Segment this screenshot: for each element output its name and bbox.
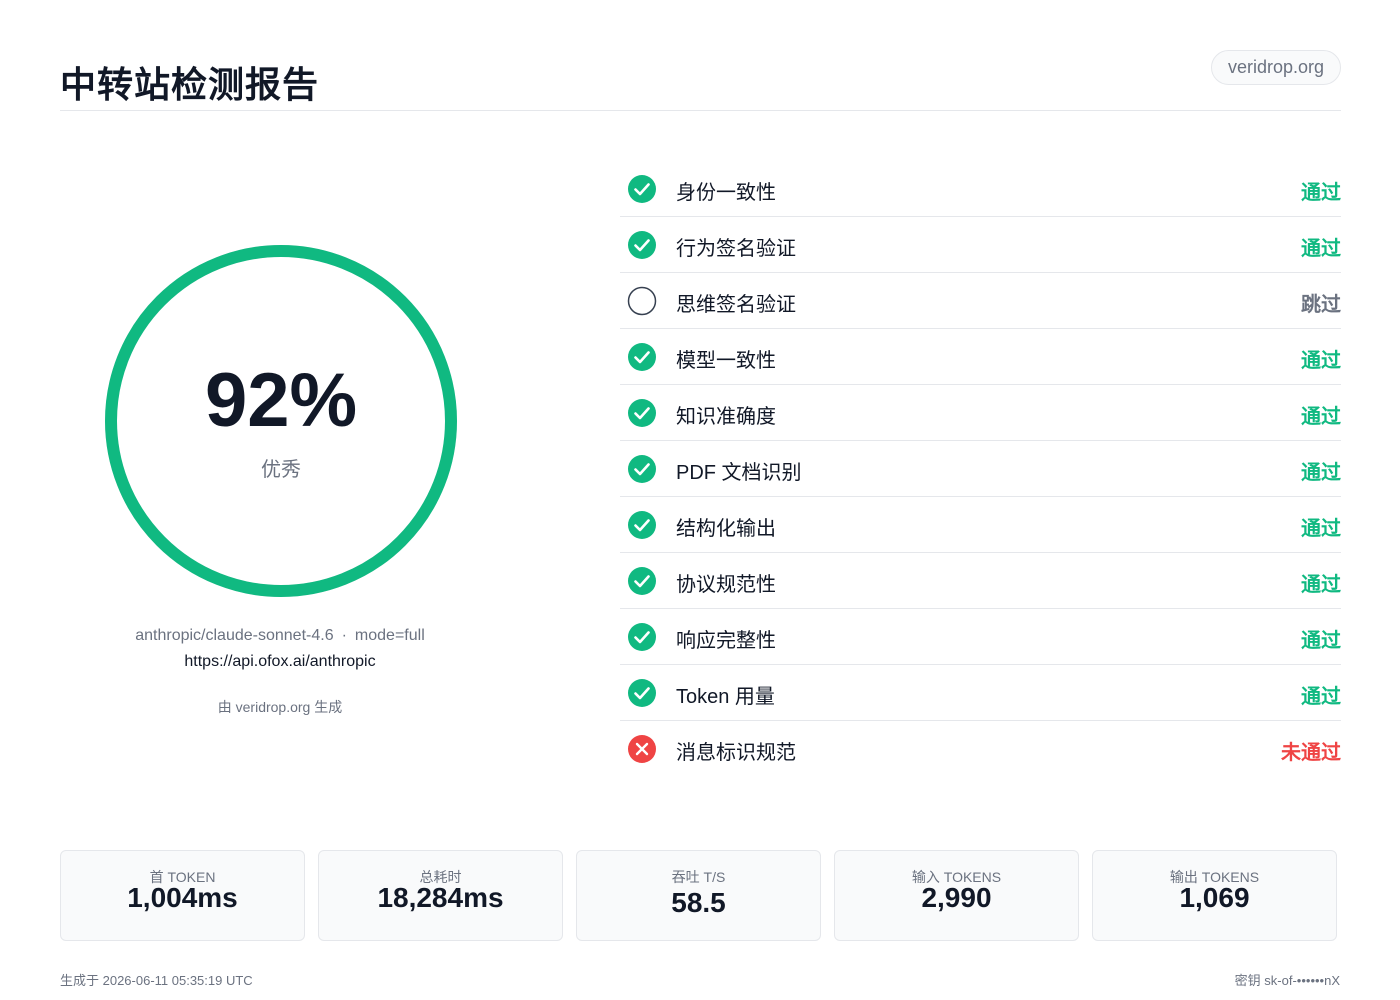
metric-card: 输入 TOKENS 2,990 [834,850,1079,941]
check-circle-icon [627,230,657,260]
score-grade: 优秀 [261,459,301,481]
check-list: 身份一致性 通过 行为签名验证 通过 思维签名验证 跳过 模型一致性 通过 知识准确度 通过 PDF… [620,161,1341,777]
metric-value: 2,990 [921,882,992,913]
generated-by: 由 veridrop.org 生成 [217,699,343,715]
metrics-row: 首 TOKEN 1,004ms 总耗时 18,284ms 吞吐 T/S 58.5 输入 TO… [60,850,1341,941]
check-row: 知识准确度 通过 [620,385,1341,441]
check-name: PDF 文档识别 [676,462,802,484]
metric-card: 吞吐 T/S 58.5 [576,850,821,941]
metric-card: 总耗时 18,284ms [318,850,563,941]
x-circle-icon [627,734,657,764]
check-row: 模型一致性 通过 [620,329,1341,385]
check-circle-icon [627,342,657,372]
check-row: PDF 文档识别 通过 [620,441,1341,497]
check-row: 身份一致性 通过 [620,161,1341,217]
check-status: 通过 [1301,182,1341,204]
check-status: 通过 [1301,574,1341,596]
endpoint-url: https://api.ofox.ai/anthropic [184,653,376,670]
check-circle-icon [627,678,657,708]
check-row: 响应完整性 通过 [620,609,1341,665]
check-status: 通过 [1301,462,1341,484]
score-panel: 92% 优秀 anthropic/claude-sonnet-4.6 · mode=… [60,130,500,750]
site-link[interactable]: veridrop.org [1210,50,1341,85]
model-separator: · [341,627,347,644]
check-name: 消息标识规范 [676,742,796,764]
metric-label: 吞吐 T/S [671,869,726,885]
check-name: 身份一致性 [676,182,776,204]
check-row: 协议规范性 通过 [620,553,1341,609]
check-status: 通过 [1301,630,1341,652]
check-status: 未通过 [1281,742,1341,764]
check-circle-icon [627,398,657,428]
check-name: 模型一致性 [676,350,776,372]
check-name: 知识准确度 [676,406,776,428]
check-circle-icon [627,622,657,652]
score-gauge: 92% 优秀 [103,243,459,599]
check-name: 响应完整性 [676,630,776,652]
metric-card: 输出 TOKENS 1,069 [1092,850,1337,941]
check-status: 跳过 [1301,294,1341,316]
api-key-masked: 密钥 sk-of-••••••nX [1234,973,1340,988]
check-status: 通过 [1301,686,1341,708]
check-row: 消息标识规范 未通过 [620,721,1341,777]
check-circle-icon [627,510,657,540]
metric-value: 1,069 [1179,882,1250,913]
check-row: 结构化输出 通过 [620,497,1341,553]
check-name: 结构化输出 [676,518,776,540]
check-row: 行为签名验证 通过 [620,217,1341,273]
check-circle-icon [627,566,657,596]
empty-circle-icon [627,286,657,316]
report-header: 中转站检测报告 veridrop.org [60,44,1341,111]
check-status: 通过 [1301,518,1341,540]
check-circle-icon [627,174,657,204]
check-status: 通过 [1301,238,1341,260]
check-name: 行为签名验证 [676,238,796,260]
check-name: Token 用量 [676,686,775,708]
model-info: anthropic/claude-sonnet-4.6 · mode=full [60,627,500,645]
check-name: 思维签名验证 [676,294,796,316]
model-name: anthropic/claude-sonnet-4.6 [135,627,334,644]
check-circle-icon [627,454,657,484]
check-status: 通过 [1301,350,1341,372]
metric-value: 18,284ms [377,882,504,913]
check-status: 通过 [1301,406,1341,428]
metric-value: 58.5 [671,887,726,918]
check-row: 思维签名验证 跳过 [620,273,1341,329]
metric-card: 首 TOKEN 1,004ms [60,850,305,941]
page-title: 中转站检测报告 [60,64,320,105]
generated-timestamp: 生成于 2026-06-11 05:35:19 UTC [60,973,253,988]
score-value: 92% [204,358,358,443]
check-name: 协议规范性 [676,574,776,596]
check-row: Token 用量 通过 [620,665,1341,721]
model-mode: mode=full [354,627,425,644]
metric-value: 1,004ms [127,882,238,913]
report-page: 中转站检测报告 veridrop.org 92% 优秀 anthropic/cl… [0,0,1400,1000]
